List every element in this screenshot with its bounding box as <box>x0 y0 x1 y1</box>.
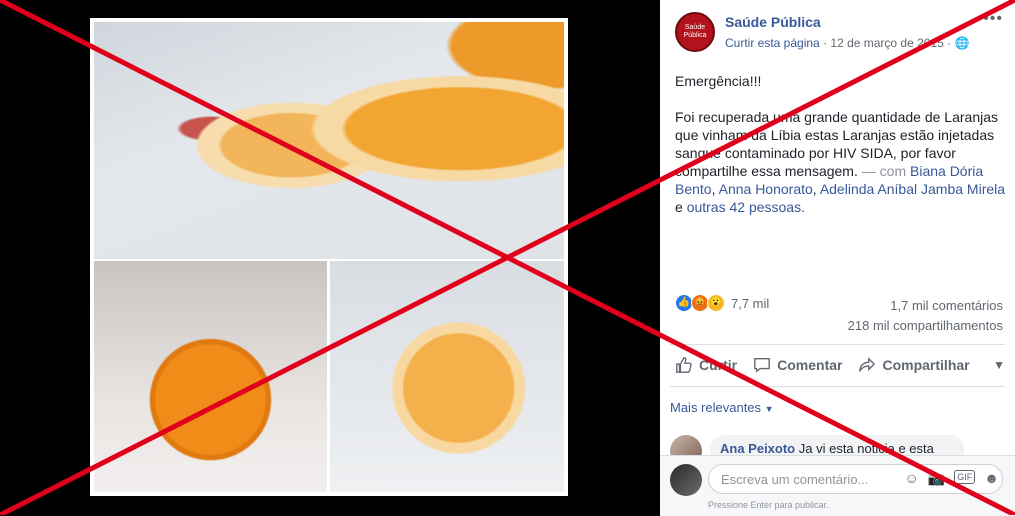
cross-out-overlay <box>0 0 1015 515</box>
